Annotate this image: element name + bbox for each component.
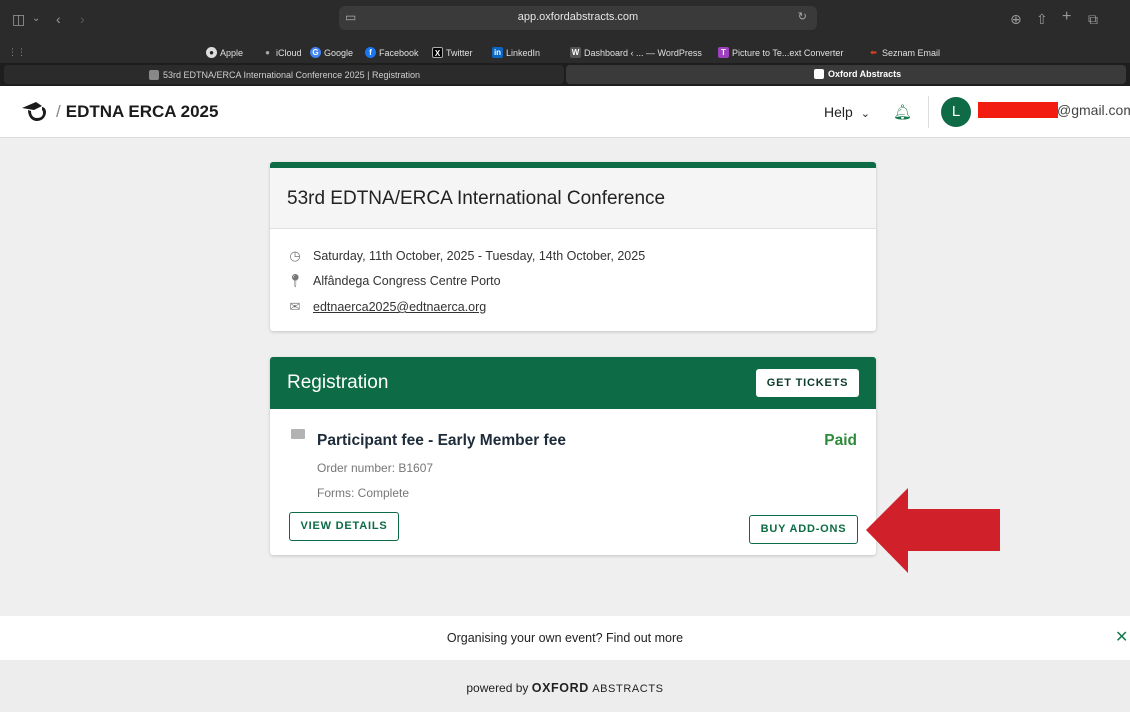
linkedin-icon: in <box>492 47 503 58</box>
google-icon: G <box>310 47 321 58</box>
tab-overview-icon[interactable]: ⧉ <box>1088 11 1098 27</box>
bookmark-linkedin[interactable]: in LinkedIn <box>492 47 540 58</box>
bookmark-seznam[interactable]: ⬅ Seznam Email <box>868 47 940 58</box>
tab-oxford-abstracts[interactable]: Oxford Abstracts <box>566 65 1126 84</box>
conference-email-row: ✉ edtnaerca2025@edtnaerca.org <box>287 299 487 315</box>
back-icon[interactable]: ‹ <box>56 11 61 27</box>
reload-icon[interactable]: ↻ <box>798 10 807 23</box>
tab-strip: 53rd EDTNA/ERCA International Conference… <box>0 63 1130 86</box>
browser-chrome: ◫ ⌄ ‹ › ▭ app.oxfordabstracts.com ↻ ⊕ ⇧ … <box>0 0 1130 63</box>
seznam-icon: ⬅ <box>870 48 877 57</box>
redaction-box <box>978 102 1058 118</box>
help-menu[interactable]: Help ⌄ <box>824 104 870 120</box>
bookmark-wordpress[interactable]: W Dashboard ‹ ... — WordPress <box>570 47 702 58</box>
powered-by-text[interactable]: powered by OXFORD ABSTRACTS <box>0 681 1130 695</box>
forms-status: Forms: Complete <box>317 486 410 500</box>
registration-title: Registration <box>287 372 389 393</box>
header-divider <box>928 96 929 128</box>
avatar[interactable]: L <box>941 97 971 127</box>
share-icon[interactable]: ⇧ <box>1036 11 1048 27</box>
bookmark-twitter[interactable]: X Twitter <box>432 47 473 58</box>
close-icon[interactable]: ✕ <box>1115 627 1128 647</box>
registration-card: Registration GET TICKETS Participant fee… <box>270 357 876 555</box>
chevron-down-icon[interactable]: ⌄ <box>32 11 40 27</box>
view-details-button[interactable]: VIEW DETAILS <box>289 512 399 541</box>
grid-icon[interactable]: ⋮⋮ <box>8 47 26 58</box>
powered-by-footer: powered by OXFORD ABSTRACTS <box>0 660 1130 712</box>
x-icon: X <box>432 47 443 58</box>
fee-title: Participant fee - Early Member fee <box>317 432 566 449</box>
bell-icon[interactable]: 🔔︎ <box>893 103 912 121</box>
get-tickets-button[interactable]: GET TICKETS <box>756 369 859 397</box>
url-text: app.oxfordabstracts.com <box>517 11 639 23</box>
tab-registration[interactable]: 53rd EDTNA/ERCA International Conference… <box>4 65 564 84</box>
address-bar[interactable]: ▭ app.oxfordabstracts.com ↻ <box>339 6 817 30</box>
conference-header: 53rd EDTNA/ERCA International Conference <box>270 168 876 229</box>
bookmark-facebook[interactable]: f Facebook <box>365 47 419 58</box>
apple-icon: ● <box>265 48 270 57</box>
clock-icon: ◷ <box>289 248 301 263</box>
conference-venue: Alfândega Congress Centre Porto <box>313 274 501 288</box>
promo-bar: Organising your own event? Find out more… <box>0 616 1130 660</box>
event-brand[interactable]: / EDTNA ERCA 2025 <box>56 102 218 122</box>
ticket-icon <box>291 429 305 439</box>
bookmark-converter[interactable]: T Picture to Te...ext Converter <box>718 47 843 58</box>
conference-email-link[interactable]: edtnaerca2025@edtnaerca.org <box>313 300 486 314</box>
conference-dates-row: ◷ Saturday, 11th October, 2025 - Tuesday… <box>287 248 645 264</box>
download-icon[interactable]: ⊕ <box>1010 11 1022 27</box>
oxford-abstracts-icon <box>814 69 824 79</box>
wordpress-icon: W <box>570 47 581 58</box>
envelope-icon: ✉ <box>289 299 301 314</box>
forward-icon[interactable]: › <box>80 11 85 27</box>
user-email[interactable]: @gmail.com <box>1057 102 1130 118</box>
facebook-icon: f <box>365 47 376 58</box>
conference-venue-row: 📍︎ Alfândega Congress Centre Porto <box>287 273 501 289</box>
bookmark-apple[interactable]: ● Apple <box>206 47 243 58</box>
mortarboard-logo-icon[interactable] <box>20 100 50 124</box>
buy-add-ons-button[interactable]: BUY ADD-ONS <box>749 515 858 544</box>
conference-title: 53rd EDTNA/ERCA International Conference <box>287 188 666 209</box>
conference-dates: Saturday, 11th October, 2025 - Tuesday, … <box>313 249 646 263</box>
bookmark-google[interactable]: G Google <box>310 47 353 58</box>
new-tab-icon[interactable]: + <box>1062 9 1071 25</box>
location-pin-icon: 📍︎ <box>287 273 304 288</box>
favicon-icon <box>149 70 159 80</box>
bookmarks-bar: ⋮⋮ ● Apple ● iCloud G Google f Facebook X Twi… <box>0 44 1130 62</box>
sidebar-toggle-icon[interactable]: ◫ <box>12 11 25 27</box>
chevron-down-icon: ⌄ <box>860 108 870 120</box>
app-header: / EDTNA ERCA 2025 Help ⌄ 🔔︎ L @gmail.com <box>0 86 1130 138</box>
bookmark-icloud[interactable]: ● iCloud <box>262 47 301 58</box>
payment-status: Paid <box>824 432 857 449</box>
promo-link[interactable]: Organising your own event? Find out more <box>0 631 1130 645</box>
converter-icon: T <box>718 47 729 58</box>
order-number: Order number: B1607 <box>317 461 434 475</box>
registration-header: Registration GET TICKETS <box>270 357 876 409</box>
conference-card: 53rd EDTNA/ERCA International Conference… <box>270 162 876 331</box>
red-arrow-annotation <box>866 488 1000 573</box>
apple-icon: ● <box>206 47 217 58</box>
browser-toolbar: ◫ ⌄ ‹ › ▭ app.oxfordabstracts.com ↻ ⊕ ⇧ … <box>0 0 1130 40</box>
